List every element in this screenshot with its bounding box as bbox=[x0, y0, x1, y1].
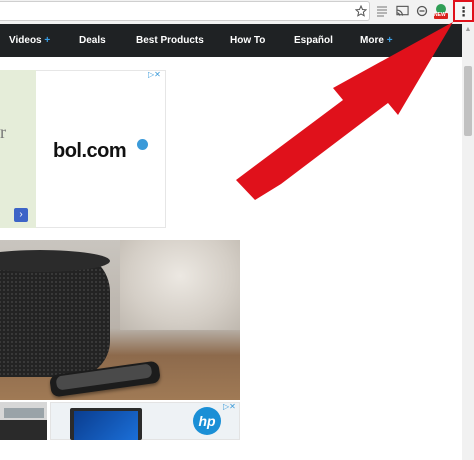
scroll-up-arrow-icon[interactable]: ▲ bbox=[462, 26, 474, 36]
ad-partial-text: r bbox=[0, 122, 6, 142]
scrollbar-thumb[interactable] bbox=[464, 66, 472, 136]
blanket-background bbox=[120, 240, 240, 330]
nav-item-espanol[interactable]: Español bbox=[294, 24, 333, 57]
thumbnail-monitor bbox=[0, 420, 47, 440]
nav-item-how-to[interactable]: How To bbox=[230, 24, 265, 57]
browser-menu-button[interactable]: ⋮ bbox=[453, 0, 474, 22]
nav-item-label: More bbox=[360, 35, 384, 46]
star-icon[interactable] bbox=[353, 3, 369, 19]
nav-item-more[interactable]: More + bbox=[360, 24, 393, 57]
thumbnail-desk bbox=[4, 408, 44, 418]
nav-item-label: How To bbox=[230, 35, 266, 46]
reader-mode-icon[interactable] bbox=[374, 3, 390, 19]
adchoices-icon[interactable]: ▷✕ bbox=[148, 70, 161, 79]
nav-item-label: Videos bbox=[9, 35, 42, 46]
nav-plus: + bbox=[44, 35, 51, 46]
nav-item-deals[interactable]: Deals bbox=[79, 24, 106, 57]
nav-item-label: Español bbox=[294, 35, 333, 46]
nav-plus: + bbox=[386, 35, 393, 46]
adchoices-icon[interactable]: ▷✕ bbox=[223, 402, 236, 411]
bol-logo: bol.com bbox=[53, 140, 127, 162]
nav-item-best-products[interactable]: Best Products bbox=[136, 24, 204, 57]
ad-next-button[interactable]: › bbox=[14, 208, 28, 222]
nav-item-label: Deals bbox=[79, 35, 106, 46]
nav-item-label: Best Products bbox=[136, 35, 204, 46]
article-hero-image[interactable] bbox=[0, 240, 240, 400]
extension-badge: NEW bbox=[434, 12, 446, 18]
cast-icon[interactable] bbox=[394, 3, 410, 19]
nav-item-videos[interactable]: Videos + bbox=[9, 24, 50, 57]
menu-icon: ⋮ bbox=[457, 3, 470, 19]
bol-logo-mark-icon bbox=[137, 139, 148, 150]
hp-logo: hp bbox=[193, 407, 221, 435]
sync-icon[interactable] bbox=[414, 3, 430, 19]
address-bar[interactable] bbox=[0, 1, 370, 21]
ad-image-panel bbox=[0, 70, 36, 228]
laptop-screen bbox=[74, 411, 138, 440]
